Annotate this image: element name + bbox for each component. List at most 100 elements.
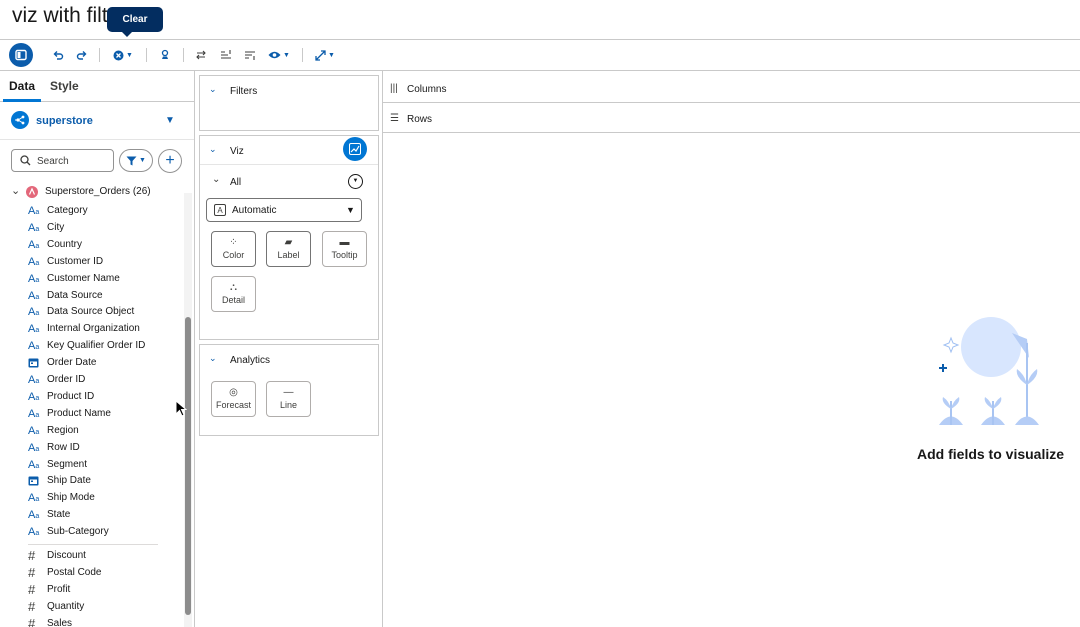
- field-item[interactable]: Ship Date: [0, 473, 180, 490]
- add-field-button[interactable]: +: [158, 149, 182, 173]
- search-input[interactable]: Search: [11, 149, 114, 172]
- number-field-icon: #: [28, 548, 36, 563]
- chevron-down-icon[interactable]: ▼: [165, 115, 175, 126]
- sort-ascending-button[interactable]: [218, 44, 234, 66]
- field-item[interactable]: Aa Category: [0, 203, 180, 220]
- field-label: Product ID: [47, 390, 95, 402]
- field-label: Country: [47, 238, 83, 250]
- filter-fields-button[interactable]: ▼: [119, 149, 153, 172]
- field-item[interactable]: Aa Country: [0, 237, 180, 254]
- divider: [200, 164, 378, 165]
- text-field-icon: Aa: [28, 424, 40, 437]
- field-item[interactable]: Aa Customer ID: [0, 254, 180, 271]
- mark-color-button[interactable]: ⁘ Color: [211, 231, 256, 267]
- object-label: Superstore_Orders (26): [45, 186, 151, 197]
- field-label: Key Qualifier Order ID: [47, 340, 146, 352]
- field-label: Order ID: [47, 374, 86, 385]
- field-label: State: [47, 509, 71, 521]
- field-item[interactable]: Aa Row ID: [0, 440, 180, 457]
- field-label: Postal Code: [47, 567, 102, 578]
- redo-button[interactable]: [74, 44, 90, 66]
- field-label: Data Source Object: [47, 306, 135, 318]
- empty-state-illustration: [939, 317, 1039, 425]
- field-item[interactable]: Aa Customer Name: [0, 271, 180, 288]
- mark-type-select[interactable]: A Automatic ▼: [206, 198, 362, 222]
- canvas[interactable]: Add fields to visualize: [383, 133, 1080, 627]
- mark-tooltip-button[interactable]: ▬ Tooltip: [322, 231, 367, 267]
- scrollbar-thumb[interactable]: [185, 317, 191, 615]
- sort-descending-button[interactable]: [242, 44, 258, 66]
- text-field-icon: Aa: [28, 458, 40, 471]
- mark-label-button[interactable]: ▰ Label: [266, 231, 311, 267]
- line-button[interactable]: — Line: [266, 381, 311, 417]
- field-item[interactable]: Aa State: [0, 507, 180, 524]
- chart-type-button[interactable]: [343, 137, 367, 161]
- chevron-down-icon[interactable]: ⌄: [209, 353, 217, 364]
- columns-shelf[interactable]: ||| Columns: [383, 73, 1080, 103]
- field-item[interactable]: # Quantity: [0, 599, 180, 616]
- chevron-down-icon[interactable]: ⌄: [209, 84, 217, 95]
- text-field-icon: Aa: [28, 323, 40, 336]
- mark-type-value: Automatic: [232, 205, 277, 216]
- all-label: All: [230, 177, 242, 188]
- pin-button[interactable]: [157, 44, 173, 66]
- analytics-item-label: Line: [279, 400, 297, 410]
- forecast-icon: ◎: [229, 387, 238, 398]
- number-field-icon: #: [28, 582, 36, 597]
- chevron-down-icon: ▼: [126, 51, 133, 59]
- swap-button[interactable]: [193, 44, 209, 66]
- show-button[interactable]: ▼: [266, 44, 292, 66]
- field-item[interactable]: Aa Key Qualifier Order ID: [0, 338, 180, 355]
- field-item[interactable]: Aa Data Source Object: [0, 304, 180, 321]
- field-label: City: [47, 221, 65, 233]
- field-item[interactable]: # Profit: [0, 582, 180, 599]
- text-field-icon: Aa: [28, 238, 40, 251]
- analytics-label: Analytics: [230, 355, 271, 366]
- field-item[interactable]: Aa Region: [0, 423, 180, 440]
- field-item[interactable]: # Sales: [0, 616, 180, 627]
- field-item[interactable]: # Discount: [0, 548, 180, 565]
- field-item[interactable]: Aa Product Name: [0, 406, 180, 423]
- object-row[interactable]: ⌄ Superstore_Orders (26): [0, 183, 180, 201]
- clear-button[interactable]: ▼: [110, 44, 136, 66]
- fit-button[interactable]: ▼: [313, 44, 337, 66]
- field-item[interactable]: Aa Internal Organization: [0, 321, 180, 338]
- tab-data[interactable]: Data: [9, 79, 35, 93]
- field-item[interactable]: Aa Ship Mode: [0, 490, 180, 507]
- automatic-mark-icon: A: [214, 204, 226, 216]
- rows-shelf[interactable]: ☰ Rows: [383, 103, 1080, 133]
- data-pane: Data Style superstore ▼ Search ▼ + ⌄ Sup…: [0, 71, 195, 627]
- datasource-selector[interactable]: superstore ▼: [0, 102, 194, 140]
- panel-toggle-button[interactable]: [9, 43, 33, 67]
- chevron-down-icon[interactable]: ⌄: [209, 144, 217, 155]
- field-label: Ship Date: [47, 475, 91, 487]
- toolbar-divider: [183, 48, 184, 62]
- redo-icon: [76, 51, 87, 60]
- mark-detail-button[interactable]: ⛬ Detail: [211, 276, 256, 312]
- chevron-down-icon[interactable]: ⌄: [11, 184, 20, 197]
- tab-style[interactable]: Style: [50, 79, 79, 93]
- field-label: Sub-Category: [47, 526, 109, 538]
- field-item[interactable]: Order Date: [0, 355, 180, 372]
- field-item[interactable]: Aa Segment: [0, 457, 180, 474]
- undo-button[interactable]: [50, 44, 66, 66]
- filters-label: Filters: [230, 86, 258, 97]
- clear-tooltip: Clear: [107, 7, 163, 37]
- chevron-down-icon[interactable]: ⌄: [212, 174, 220, 185]
- field-item[interactable]: Aa Sub-Category: [0, 524, 180, 541]
- field-item[interactable]: Aa City: [0, 220, 180, 237]
- field-label: Segment: [47, 458, 88, 470]
- undo-icon: [53, 51, 64, 60]
- all-marks-toggle[interactable]: ▼: [348, 174, 363, 189]
- field-item[interactable]: Aa Order ID: [0, 372, 180, 389]
- mark-label: Detail: [221, 295, 245, 305]
- field-label: Customer Name: [47, 272, 120, 284]
- text-field-icon: Aa: [28, 272, 40, 285]
- field-label: Ship Mode: [47, 492, 95, 504]
- forecast-button[interactable]: ◎ Forecast: [211, 381, 256, 417]
- page-title[interactable]: viz with filt: [12, 4, 108, 28]
- field-item[interactable]: Aa Data Source: [0, 288, 180, 305]
- field-item[interactable]: Aa Product ID: [0, 389, 180, 406]
- field-item[interactable]: # Postal Code: [0, 565, 180, 582]
- text-field-icon: Aa: [28, 509, 40, 522]
